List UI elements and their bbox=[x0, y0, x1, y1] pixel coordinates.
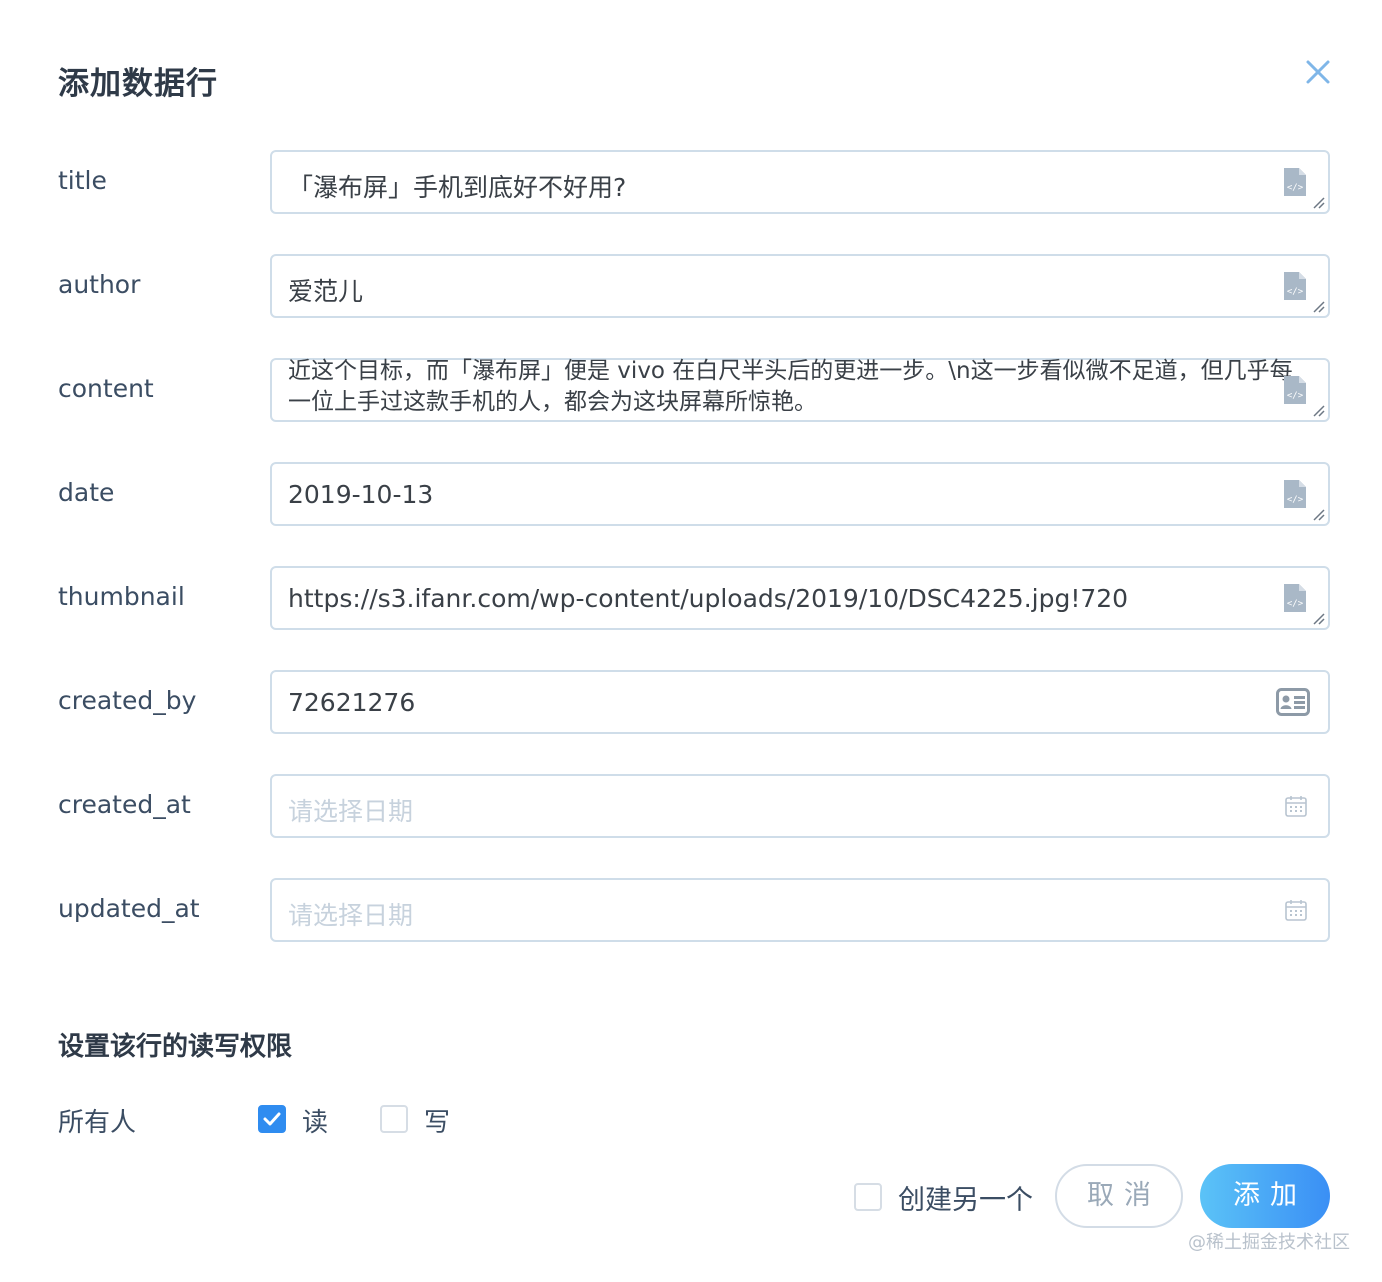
field-label: created_by bbox=[58, 686, 197, 715]
svg-text:</>: </> bbox=[1287, 495, 1304, 505]
permissions-title: 设置该行的读写权限 bbox=[58, 1032, 293, 1062]
svg-text:</>: </> bbox=[1287, 287, 1304, 297]
field-row-content: content 近这个目标，而「瀑布屏」便是 vivo 在白尺半头后的更进一步。… bbox=[58, 358, 1330, 422]
close-icon bbox=[1306, 60, 1330, 84]
field-label: date bbox=[58, 478, 115, 507]
resize-grip-icon[interactable] bbox=[1312, 404, 1326, 418]
code-file-icon[interactable]: </> bbox=[1282, 478, 1308, 510]
date-placeholder: 请选择日期 bbox=[288, 797, 414, 826]
read-checkbox[interactable] bbox=[258, 1105, 286, 1133]
calendar-icon[interactable] bbox=[1284, 898, 1308, 922]
field-value: 2019-10-13 bbox=[288, 480, 434, 509]
code-file-icon[interactable]: </> bbox=[1282, 166, 1308, 198]
field-value: 「瀑布屏」手机到底好不好用? bbox=[288, 173, 627, 202]
date-placeholder: 请选择日期 bbox=[288, 901, 414, 930]
id-card-icon[interactable] bbox=[1276, 688, 1310, 716]
read-label: 读 bbox=[302, 1108, 329, 1138]
field-row-date: date 2019-10-13 </> bbox=[58, 462, 1330, 526]
svg-text:</>: </> bbox=[1287, 391, 1304, 401]
code-file-icon[interactable]: </> bbox=[1282, 374, 1308, 406]
resize-grip-icon[interactable] bbox=[1312, 612, 1326, 626]
field-label: content bbox=[58, 374, 154, 403]
field-row-thumbnail: thumbnail https://s3.ifanr.com/wp-conten… bbox=[58, 566, 1330, 630]
date-input[interactable]: 2019-10-13 </> bbox=[270, 462, 1330, 526]
field-row-title: title 「瀑布屏」手机到底好不好用? </> bbox=[58, 150, 1330, 214]
svg-text:</>: </> bbox=[1287, 183, 1304, 193]
field-row-author: author 爱范儿 </> bbox=[58, 254, 1330, 318]
watermark: @稀土掘金技术社区 bbox=[1188, 1232, 1350, 1253]
add-row-dialog: 添加数据行 title 「瀑布屏」手机到底好不好用? </> author 爱范… bbox=[0, 0, 1382, 1282]
created-at-date-picker[interactable]: 请选择日期 bbox=[270, 774, 1330, 838]
author-input[interactable]: 爱范儿 </> bbox=[270, 254, 1330, 318]
field-row-updated-at: updated_at 请选择日期 bbox=[58, 878, 1330, 942]
close-button[interactable] bbox=[1300, 54, 1336, 90]
field-label: thumbnail bbox=[58, 582, 185, 611]
resize-grip-icon[interactable] bbox=[1312, 300, 1326, 314]
field-value: https://s3.ifanr.com/wp-content/uploads/… bbox=[288, 584, 1129, 613]
code-file-icon[interactable]: </> bbox=[1282, 270, 1308, 302]
content-textarea[interactable]: 近这个目标，而「瀑布屏」便是 vivo 在白尺半头后的更进一步。\n这一步看似微… bbox=[270, 358, 1330, 422]
created-by-input[interactable]: 72621276 bbox=[270, 670, 1330, 734]
write-checkbox[interactable] bbox=[380, 1105, 408, 1133]
permissions-row: 所有人 读 写 bbox=[58, 1100, 658, 1140]
create-another-label: 创建另一个 bbox=[898, 1185, 1033, 1216]
permission-subject: 所有人 bbox=[58, 1108, 137, 1138]
field-value: 72621276 bbox=[288, 688, 416, 717]
field-row-created-by: created_by 72621276 bbox=[58, 670, 1330, 734]
field-label: author bbox=[58, 270, 141, 299]
title-input[interactable]: 「瀑布屏」手机到底好不好用? </> bbox=[270, 150, 1330, 214]
field-label: created_at bbox=[58, 790, 191, 819]
field-value: 爱范儿 bbox=[288, 277, 364, 306]
thumbnail-input[interactable]: https://s3.ifanr.com/wp-content/uploads/… bbox=[270, 566, 1330, 630]
field-value: 近这个目标，而「瀑布屏」便是 vivo 在白尺半头后的更进一步。\n这一步看似微… bbox=[288, 358, 1293, 415]
calendar-icon[interactable] bbox=[1284, 794, 1308, 818]
add-button[interactable]: 添加 bbox=[1200, 1164, 1330, 1228]
code-file-icon[interactable]: </> bbox=[1282, 582, 1308, 614]
resize-grip-icon[interactable] bbox=[1312, 196, 1326, 210]
dialog-title: 添加数据行 bbox=[58, 66, 218, 102]
field-row-created-at: created_at 请选择日期 bbox=[58, 774, 1330, 838]
updated-at-date-picker[interactable]: 请选择日期 bbox=[270, 878, 1330, 942]
check-icon bbox=[263, 1112, 281, 1126]
field-label: title bbox=[58, 166, 107, 195]
resize-grip-icon[interactable] bbox=[1312, 508, 1326, 522]
write-label: 写 bbox=[424, 1108, 451, 1138]
cancel-button[interactable]: 取消 bbox=[1055, 1164, 1183, 1228]
svg-text:</>: </> bbox=[1287, 599, 1304, 609]
create-another-checkbox[interactable] bbox=[854, 1183, 882, 1211]
field-label: updated_at bbox=[58, 894, 200, 923]
